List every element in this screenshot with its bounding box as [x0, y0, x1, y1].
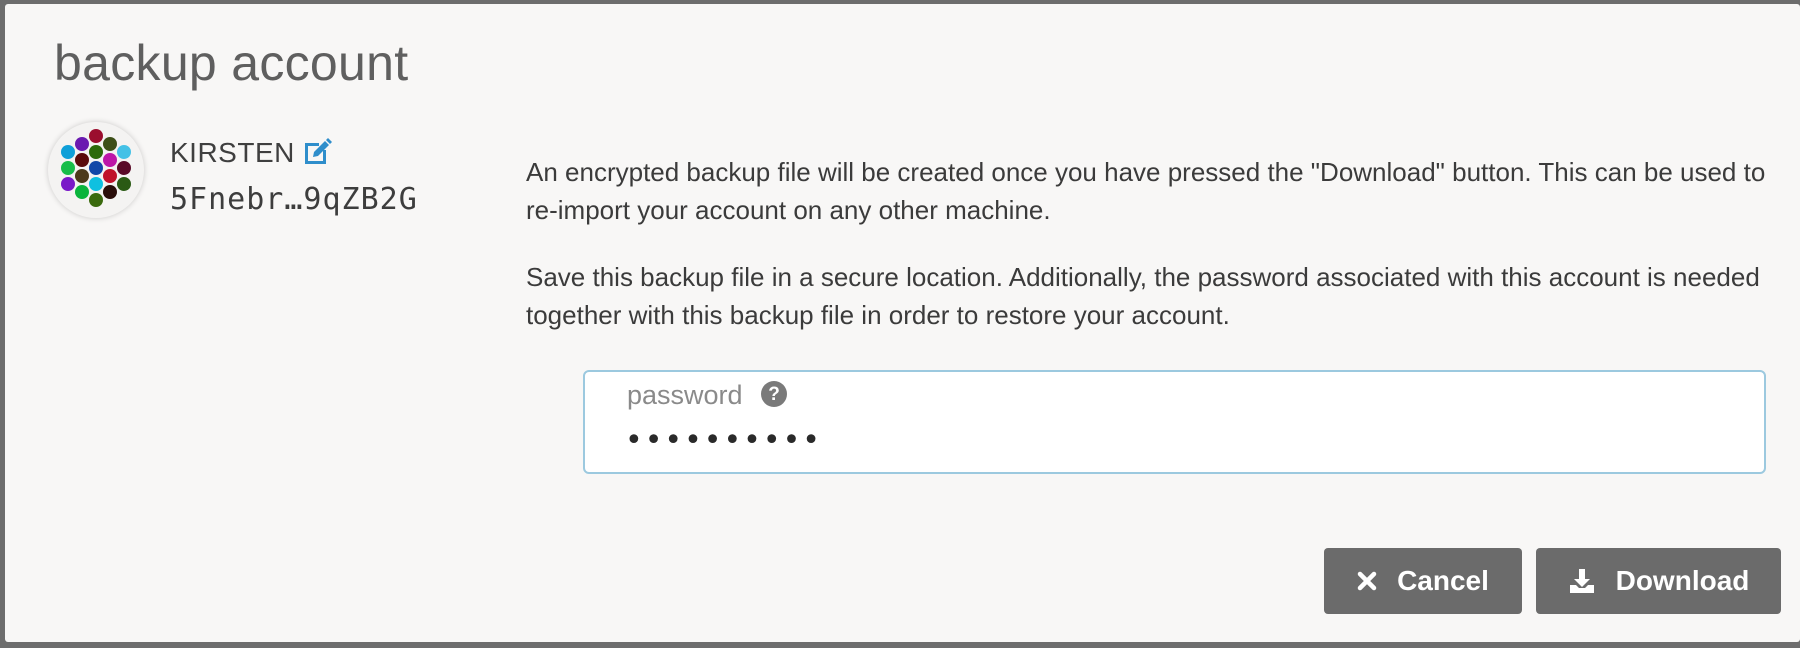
- identicon-dot: [89, 129, 103, 143]
- identicon-dot: [103, 137, 117, 151]
- backup-security-note: Save this backup file in a secure locati…: [526, 262, 1760, 330]
- download-icon: [1569, 569, 1594, 593]
- cancel-button-label: Cancel: [1397, 565, 1489, 596]
- question-mark-icon[interactable]: ?: [760, 380, 788, 408]
- account-address: 5Fnebr…9qZB2G: [170, 182, 418, 217]
- password-input[interactable]: [625, 418, 1725, 462]
- password-label: password: [627, 380, 743, 410]
- identicon-graphic: [61, 129, 131, 207]
- identicon-dot: [103, 169, 117, 183]
- account-summary: KIRSTEN 5Fnebr…9qZB2G: [48, 122, 468, 232]
- edit-icon[interactable]: [301, 135, 333, 167]
- modal-title: backup account: [54, 35, 409, 91]
- download-button-label: Download: [1615, 565, 1750, 596]
- identicon-dot: [75, 185, 89, 199]
- identicon-dot: [117, 177, 131, 191]
- identicon-dot: [89, 161, 103, 175]
- identicon-dot: [117, 145, 131, 159]
- account-identicon[interactable]: [48, 122, 144, 218]
- identicon-dot: [89, 193, 103, 207]
- cancel-button[interactable]: Cancel: [1324, 548, 1522, 614]
- identicon-dot: [89, 177, 103, 191]
- password-field[interactable]: password ?: [583, 370, 1766, 474]
- close-icon: [1357, 571, 1377, 591]
- identicon-dot: [61, 177, 75, 191]
- backup-account-modal: backup account KIRSTEN 5Fnebr…9qZB2G An …: [5, 4, 1800, 642]
- backup-description: An encrypted backup file will be created…: [526, 157, 1766, 225]
- identicon-dot: [89, 145, 103, 159]
- identicon-dot: [103, 185, 117, 199]
- download-button[interactable]: Download: [1536, 548, 1781, 614]
- identicon-dot: [103, 153, 117, 167]
- identicon-dot: [61, 145, 75, 159]
- identicon-dot: [117, 161, 131, 175]
- account-name: KIRSTEN: [170, 137, 295, 168]
- identicon-dot: [75, 137, 89, 151]
- identicon-dot: [61, 161, 75, 175]
- svg-text:?: ?: [768, 384, 780, 405]
- identicon-dot: [75, 153, 89, 167]
- identicon-dot: [75, 169, 89, 183]
